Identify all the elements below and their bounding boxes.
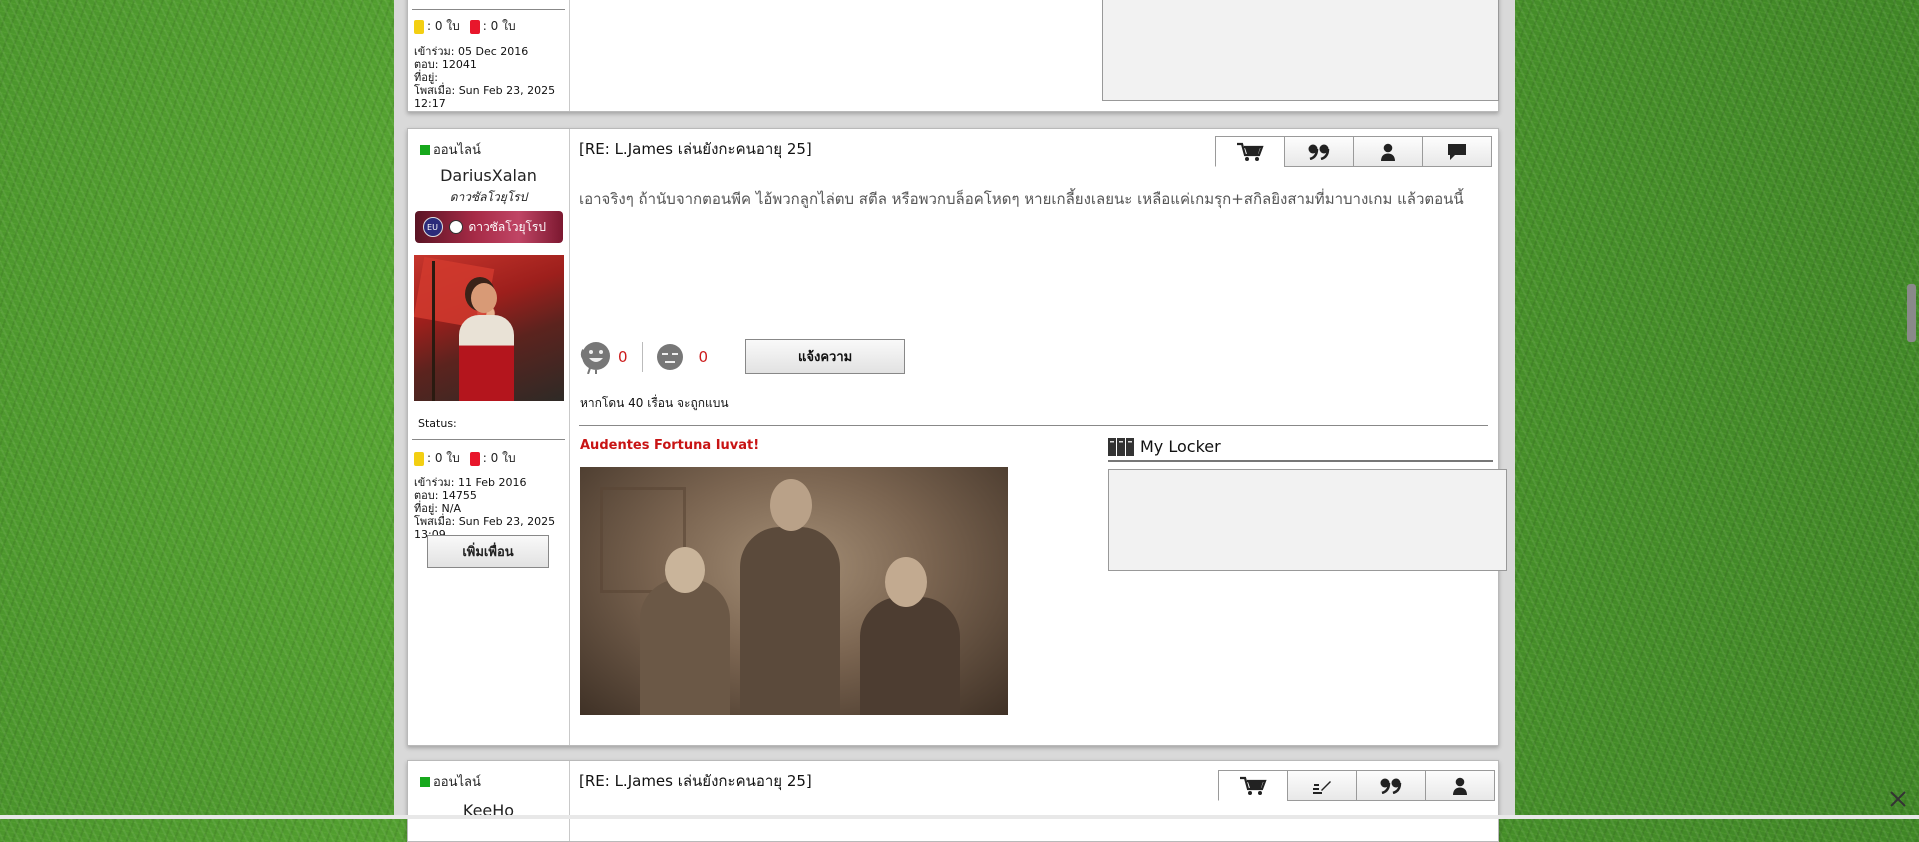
reactions: 0 0 แจ้งความ [580,339,906,374]
quote-button[interactable] [1284,136,1354,167]
user-icon [1381,143,1395,161]
lockers-icon [1108,437,1134,456]
location: ที่อยู่: [414,71,439,84]
red-card-count: : 0 ใบ [469,449,516,468]
avatar[interactable] [413,255,564,401]
cart-icon [1240,776,1267,795]
locker-header: My Locker [1108,437,1221,456]
post-body: เอาจริงๆ ถ้านับจากตอนพีค ไอ้พวกลูกไล่ตบ … [579,190,1464,208]
profile-button[interactable] [1425,770,1495,801]
profile-button[interactable] [1353,136,1423,167]
report-button[interactable]: แจ้งความ [745,339,906,374]
location: ที่อยู่: N/A [414,502,461,515]
online-dot-icon [420,776,430,787]
quote-icon [1380,778,1402,794]
yellow-card-count: : 0 ใบ [414,17,460,36]
add-friend-button[interactable]: เพิ่มเพื่อน [427,535,549,568]
post-title: [RE: L.James เล่นยังกะคนอายุ 25] [579,140,812,158]
like-count: 0 [618,347,628,366]
post-main: ออนไลน์ DariusXalan ดาวซัลโวยุโรป EU ดาว… [407,128,1507,746]
signature-divider [579,425,1488,426]
posted-time: โพสเมื่อ: Sun Feb 23, 2025 12:17 [414,84,556,110]
eu-emblem-icon: EU [422,217,443,237]
user-stats: เข้าร่วม: 05 Dec 2016 ตอบ: 12041 ที่อยู่… [414,45,569,110]
red-card-count: : 0 ใบ [469,17,516,36]
reply-count: ตอบ: 12041 [414,58,477,71]
online-status: ออนไลน์ [420,771,481,792]
yellow-card-icon [414,19,424,34]
post-actions [1218,770,1495,801]
user-panel: ออนไลน์ DariusXalan ดาวซัลโวยุโรป EU ดาว… [408,129,570,745]
post-content: [RE: L.James เล่นยังกะคนอายุ 25] เอาจริง… [570,129,1507,745]
red-card-icon [469,451,480,466]
add-friend-label: เพิ่มเพื่อน [462,545,514,560]
edit-icon [1313,780,1331,794]
message-button[interactable] [1422,136,1492,167]
close-icon [1890,791,1906,807]
warning-text: หากโดน 40 เรื่อน จะถูกแบน [580,396,729,410]
divider [412,9,565,10]
report-label: แจ้งความ [797,350,853,365]
status-label: Status: [418,417,457,430]
username[interactable]: DariusXalan [408,166,569,185]
post-next: ออนไลน์ KeeHo [RE: L.James เล่นยังกะคนอา… [407,760,1499,842]
laugh-face-icon [580,341,610,374]
dislike-count: 0 [698,347,709,366]
online-status: ออนไลน์ [420,139,481,160]
edit-button[interactable] [1287,770,1357,801]
signature-image [580,467,1008,715]
shop-button[interactable] [1215,136,1285,167]
user-panel: ออนไลน์ KeeHo [408,761,570,841]
yellow-card-text: : 0 ใบ [427,451,460,465]
post-previous: : 0 ใบ : 0 ใบ เข้าร่วม: 05 Dec 2016 ตอบ:… [407,0,1499,112]
quote-icon [1308,144,1330,160]
dislike-button[interactable]: 0 [655,342,709,372]
locker-title: My Locker [1140,437,1221,456]
user-rank: ดาวซัลโวยุโรป [449,190,528,204]
locker-box [1102,0,1499,101]
quote-button[interactable] [1356,770,1426,801]
divider [412,439,565,440]
post-content [570,0,1499,111]
signature-title: Audentes Fortuna Iuvat! [580,438,760,453]
forum-column: : 0 ใบ : 0 ใบ เข้าร่วม: 05 Dec 2016 ตอบ:… [394,0,1515,842]
post-title: [RE: L.James เล่นยังกะคนอายุ 25] [579,772,812,790]
cart-icon [1237,142,1264,161]
yellow-card-count: : 0 ใบ [414,449,460,468]
yellow-card-icon [414,451,424,466]
reply-count: ตอบ: 14755 [414,489,477,502]
card-counts: : 0 ใบ : 0 ใบ [414,17,516,36]
locker-box [1108,469,1507,571]
bottom-bar [0,815,1919,819]
joined-date: เข้าร่วม: 11 Feb 2016 [414,476,527,489]
online-label: ออนไลน์ [433,143,481,158]
user-icon [1453,777,1467,795]
card-counts: : 0 ใบ : 0 ใบ [414,449,516,468]
reaction-divider [641,341,643,372]
like-button[interactable]: 0 [580,340,628,374]
message-icon [1448,143,1466,160]
post-actions [1215,136,1492,167]
joined-date: เข้าร่วม: 05 Dec 2016 [414,45,529,58]
user-panel: : 0 ใบ : 0 ใบ เข้าร่วม: 05 Dec 2016 ตอบ:… [408,0,570,111]
red-card-text: : 0 ใบ [482,19,516,33]
shop-button[interactable] [1218,770,1288,801]
close-button[interactable] [1889,790,1907,813]
badge-text: ดาวซัลโวยุโรป [468,219,547,234]
unamused-face-icon [656,343,683,370]
online-label: ออนไลน์ [433,775,481,790]
scrollbar-thumb[interactable] [1907,284,1916,342]
rank-badge: EU ดาวซัลโวยุโรป [414,211,563,243]
locker-divider [1108,460,1493,462]
football-icon [448,220,463,234]
online-dot-icon [420,144,430,155]
yellow-card-text: : 0 ใบ [427,19,460,33]
post-content: [RE: L.James เล่นยังกะคนอายุ 25] [570,761,1498,841]
red-card-icon [469,19,480,34]
red-card-text: : 0 ใบ [482,451,516,465]
user-stats: เข้าร่วม: 11 Feb 2016 ตอบ: 14755 ที่อยู่… [414,476,569,541]
